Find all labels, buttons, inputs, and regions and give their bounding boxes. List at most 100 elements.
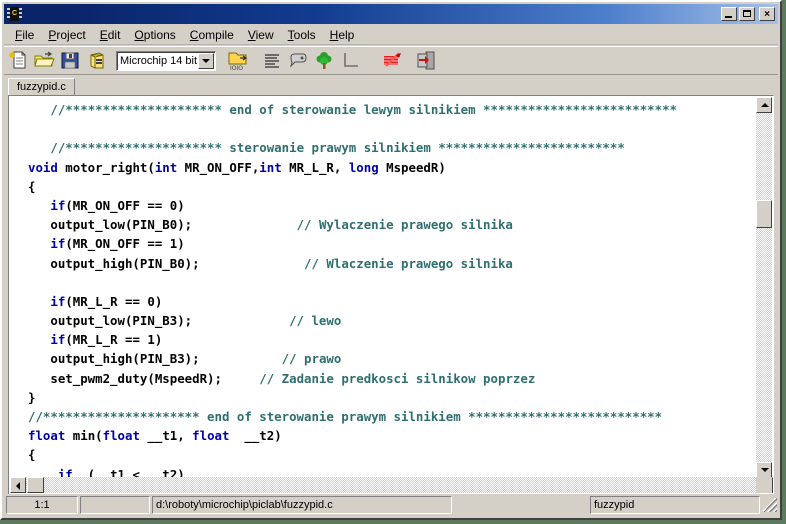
code-line: void motor_right(int MR_ON_OFF,int MR_L_… — [28, 158, 757, 177]
code-text-area[interactable]: //********************* end of sterowani… — [10, 97, 757, 478]
code-comment: // prawo — [281, 351, 342, 367]
status-project-name: fuzzypid — [590, 496, 760, 514]
scroll-up-button[interactable] — [756, 97, 772, 113]
status-cursor-position: 1:1 — [6, 496, 78, 514]
save-file-button[interactable] — [58, 49, 82, 72]
status-file-path: d:\roboty\microchip\piclab\fuzzypid.c — [152, 496, 452, 514]
code-text: (MR_L_R == 1) — [65, 332, 163, 348]
window-titlebar[interactable]: C × — [4, 4, 778, 24]
code-line: } — [28, 388, 757, 407]
save-floppy-icon — [61, 52, 79, 69]
resize-grip-icon[interactable] — [763, 498, 777, 512]
code-text: __t2) — [229, 428, 282, 444]
menu-tools[interactable]: Tools — [281, 26, 323, 44]
chevron-down-icon[interactable] — [198, 52, 214, 69]
maximize-button[interactable] — [739, 7, 755, 21]
editor-vertical-scrollbar[interactable] — [756, 97, 772, 478]
code-keyword: long — [348, 159, 379, 175]
compile-button[interactable] — [380, 49, 404, 72]
code-text: output_high(PIN_B0); — [28, 255, 305, 271]
code-text: output_low(PIN_B0); — [28, 217, 297, 233]
menu-edit[interactable]: Edit — [93, 26, 128, 44]
tree-icon — [316, 52, 332, 69]
code-line: output_high(PIN_B0); // Wlaczenie praweg… — [28, 254, 757, 273]
menu-tools-label-rest: ools — [293, 27, 316, 42]
menu-file-label-rest: ile — [22, 27, 35, 42]
code-keyword: int — [259, 159, 282, 175]
editor-horizontal-scrollbar[interactable] — [10, 477, 773, 493]
chip-device-icon — [90, 52, 104, 69]
code-keyword: if — [50, 236, 66, 252]
symbol-map-button[interactable] — [286, 49, 310, 72]
vscroll-thumb[interactable] — [756, 200, 772, 228]
code-comment: // Wlaczenie prawego silnika — [304, 255, 513, 271]
editor-panel: //********************* end of sterowani… — [8, 95, 774, 495]
code-line: output_high(PIN_B3); // prawo — [28, 349, 757, 368]
close-button[interactable]: × — [759, 7, 775, 21]
code-comment: //********************* end of sterowani… — [50, 102, 678, 117]
menu-compile[interactable]: Compile — [183, 26, 241, 44]
vscroll-track[interactable] — [756, 113, 772, 462]
code-line: float min(float __t1, float __t2) — [28, 426, 757, 445]
chip-icon-mark: C — [12, 10, 18, 17]
minimize-icon — [725, 16, 732, 18]
call-tree-button[interactable] — [312, 49, 336, 72]
statusbar: 1:1 d:\roboty\microchip\piclab\fuzzypid.… — [4, 494, 778, 516]
code-line: if(MR_L_R == 0) — [28, 292, 757, 311]
code-line: ​ — [28, 273, 757, 292]
statistics-button[interactable] — [338, 49, 362, 72]
scroll-left-button[interactable] — [10, 477, 26, 493]
code-line: output_low(PIN_B3); // lewo — [28, 311, 757, 330]
menu-view-label-rest: iew — [255, 27, 274, 42]
code-text: min( — [65, 428, 103, 444]
status-secondary — [80, 496, 150, 514]
tab-fuzzypid-c[interactable]: fuzzypid.c — [8, 78, 75, 95]
scroll-down-button[interactable] — [756, 462, 772, 478]
hscroll-thumb[interactable] — [27, 477, 44, 493]
new-file-button[interactable] — [6, 49, 30, 72]
svg-text:IOIO: IOIO — [230, 65, 243, 72]
scrollbar-corner — [756, 477, 772, 493]
desktop-background: C × File Project Edit Options Compile Vi… — [0, 0, 786, 524]
code-comment: //********************* end of sterowani… — [28, 409, 663, 424]
open-file-button[interactable] — [32, 49, 56, 72]
hscroll-track[interactable] — [26, 477, 757, 493]
project-folder-button[interactable]: IOIO — [226, 49, 250, 72]
code-text: { — [28, 178, 36, 194]
open-folder-icon — [34, 51, 55, 67]
chevron-down-icon — [761, 468, 769, 472]
code-text: MR_L_R, — [281, 159, 349, 175]
code-line: if (__t1 < __t2) — [28, 465, 757, 478]
minimize-button[interactable] — [721, 7, 737, 21]
listing-button[interactable] — [260, 49, 284, 72]
code-keyword: void — [28, 159, 58, 175]
code-keyword: float — [192, 428, 230, 444]
maximize-icon — [743, 10, 751, 17]
menu-help-label-rest: elp — [338, 27, 355, 42]
code-keyword: if — [50, 332, 66, 348]
menu-file[interactable]: File — [8, 26, 41, 44]
code-line: if(MR_ON_OFF == 0) — [28, 196, 757, 215]
code-text: set_pwm2_duty(MspeedR); — [28, 370, 260, 386]
code-line: if(MR_ON_OFF == 1) — [28, 234, 757, 253]
code-keyword: if — [50, 197, 66, 213]
exit-button[interactable] — [414, 49, 438, 72]
code-line: ​ — [28, 119, 757, 138]
ic-chip-icon: C — [7, 6, 23, 22]
menu-help[interactable]: Help — [323, 26, 362, 44]
menu-options[interactable]: Options — [127, 26, 182, 44]
menu-project[interactable]: Project — [41, 26, 92, 44]
code-line: { — [28, 445, 757, 464]
exit-door-icon — [417, 51, 435, 70]
code-text: MR_ON_OFF, — [177, 159, 260, 175]
red-scribble-icon — [384, 52, 401, 67]
code-line: { — [28, 177, 757, 196]
device-combo[interactable]: Microchip 14 bit — [116, 50, 216, 71]
device-select-button[interactable] — [84, 49, 108, 72]
menu-view[interactable]: View — [241, 26, 281, 44]
code-text: output_low(PIN_B3); — [28, 313, 290, 329]
